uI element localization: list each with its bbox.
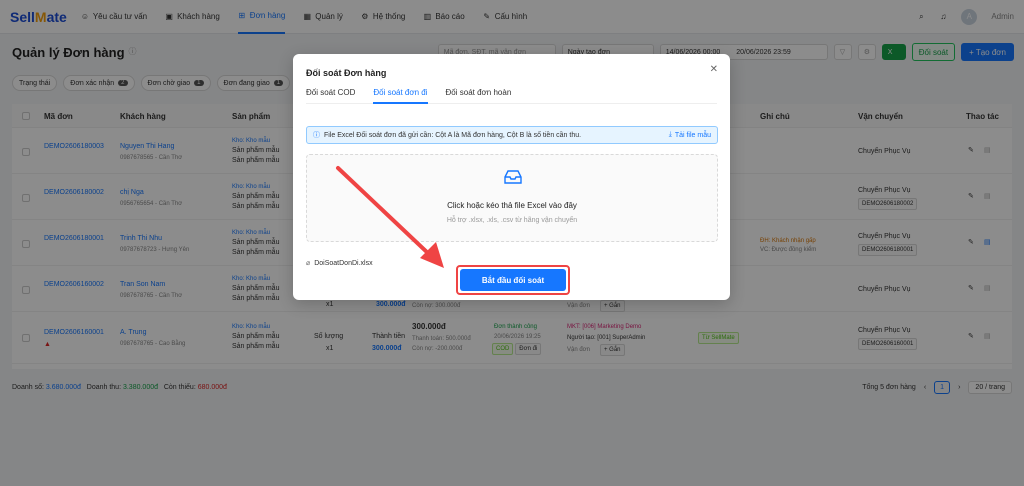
download-template-link[interactable]: ⤓ Tải file mẫu bbox=[669, 131, 711, 139]
file-name: DoiSoatDonDi.xlsx bbox=[314, 259, 373, 267]
highlight-box: Bắt đầu đối soát bbox=[456, 265, 570, 295]
modal-tabs: Đối soát COD Đối soát đơn đi Đối soát đơ… bbox=[306, 88, 717, 104]
file-dropzone[interactable]: Click hoặc kéo thả file Excel vào đây Hỗ… bbox=[306, 154, 718, 242]
tab-returns[interactable]: Đối soát đơn hoàn bbox=[446, 88, 512, 104]
download-icon: ⤓ bbox=[668, 131, 672, 138]
inbox-icon bbox=[504, 170, 522, 184]
dropzone-subtitle: Hỗ trợ .xlsx, .xls, .csv từ hãng vận chu… bbox=[446, 217, 578, 224]
dropzone-title: Click hoặc kéo thả file Excel vào đây bbox=[447, 201, 577, 210]
modal-title: Đối soát Đơn hàng bbox=[306, 68, 387, 78]
info-icon: ⓘ bbox=[313, 132, 320, 139]
tab-outgoing[interactable]: Đối soát đơn đi bbox=[373, 88, 428, 104]
close-icon[interactable]: ✕ bbox=[710, 64, 718, 75]
download-label: Tải file mẫu bbox=[674, 131, 711, 139]
uploaded-file[interactable]: ⌀ DoiSoatDonDi.xlsx bbox=[306, 259, 373, 268]
info-banner: ⓘ File Excel Đối soát đơn đã gửi cần: Cộ… bbox=[306, 126, 718, 144]
start-reconcile-button[interactable]: Bắt đầu đối soát bbox=[460, 269, 566, 291]
reconcile-modal: Đối soát Đơn hàng ✕ Đối soát COD Đối soá… bbox=[293, 54, 730, 300]
tab-cod[interactable]: Đối soát COD bbox=[306, 88, 355, 104]
info-text: File Excel Đối soát đơn đã gửi cần: Cột … bbox=[324, 131, 582, 139]
paperclip-icon: ⌀ bbox=[306, 260, 311, 267]
